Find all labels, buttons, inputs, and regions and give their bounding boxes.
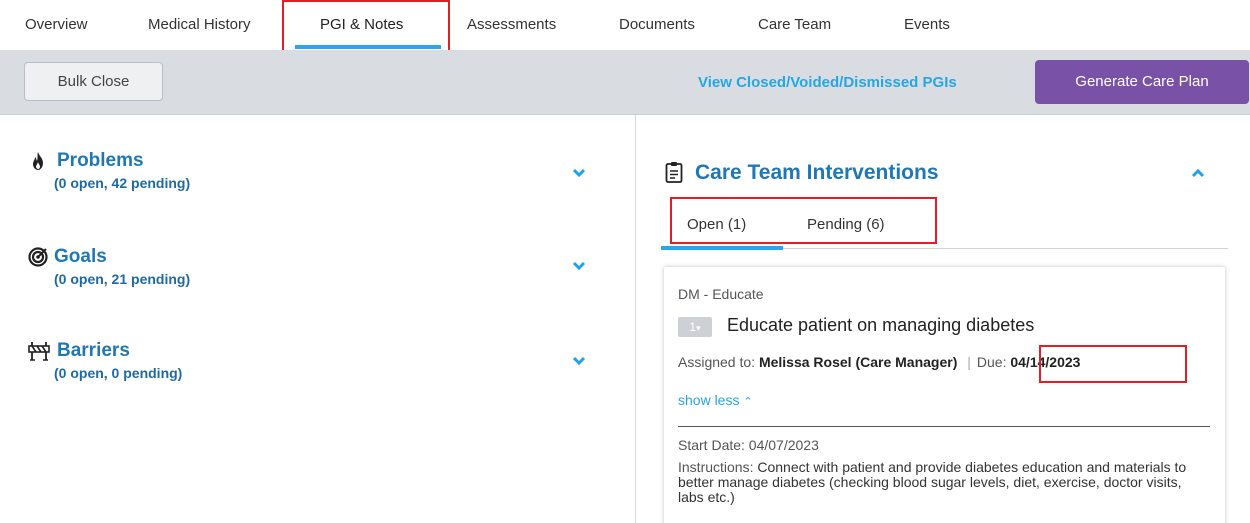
care-team-interventions-pane: Care Team Interventions Open (1) Pending…	[637, 115, 1250, 523]
start-date: Start Date: 04/07/2023	[678, 437, 819, 453]
tab-assessments[interactable]: Assessments	[467, 16, 556, 33]
section-summary-problems: (0 open, 42 pending)	[54, 175, 191, 191]
separator: |	[967, 354, 971, 370]
tab-medical-history[interactable]: Medical History	[148, 16, 251, 33]
due-label: Due:	[976, 354, 1007, 370]
section-summary-goals: (0 open, 21 pending)	[54, 271, 191, 287]
due-value: 04/14/2023	[1010, 354, 1081, 370]
target-icon	[28, 247, 48, 267]
tab-pgi-notes[interactable]: PGI & Notes	[320, 16, 403, 33]
active-subtab-indicator	[661, 246, 783, 250]
subtab-open[interactable]: Open (1)	[687, 216, 746, 233]
view-closed-pgis-link[interactable]: View Closed/Voided/Dismissed PGIs	[698, 74, 957, 91]
tab-documents[interactable]: Documents	[619, 16, 695, 33]
intervention-title: Educate patient on managing diabetes	[727, 315, 1035, 335]
chevron-down-icon[interactable]	[572, 356, 586, 366]
pgi-sections-pane: Problems (0 open, 42 pending) Goals (0 o…	[0, 115, 636, 523]
assigned-label: Assigned to:	[678, 354, 756, 370]
subtab-pending[interactable]: Pending (6)	[807, 216, 885, 233]
tab-overview[interactable]: Overview	[25, 16, 88, 33]
section-summary-barriers: (0 open, 0 pending)	[54, 365, 183, 381]
toolbar: Bulk Close View Closed/Voided/Dismissed …	[0, 50, 1250, 115]
chevron-down-icon[interactable]	[572, 261, 586, 271]
tab-events[interactable]: Events	[904, 16, 950, 33]
tab-care-team[interactable]: Care Team	[758, 16, 831, 33]
show-less-link[interactable]: show less ⌃	[678, 392, 753, 408]
instructions-label: Instructions:	[678, 459, 754, 475]
bulk-close-button[interactable]: Bulk Close	[24, 62, 163, 101]
intervention-assignment: Assigned to: Melissa Rosel (Care Manager…	[678, 354, 1080, 370]
intervention-category: DM - Educate	[678, 286, 764, 302]
active-tab-indicator	[295, 45, 441, 49]
clipboard-icon	[665, 162, 683, 183]
intervention-card: DM - Educate 1▾ Educate patient on manag…	[664, 267, 1225, 523]
card-divider	[678, 426, 1210, 427]
chevron-up-icon[interactable]	[1191, 168, 1205, 178]
section-title-barriers: Barriers	[57, 340, 130, 361]
instructions: Instructions: Connect with patient and p…	[678, 460, 1210, 505]
interventions-title: Care Team Interventions	[695, 161, 939, 184]
main-tabs: Overview Medical History PGI & Notes Ass…	[0, 0, 1250, 50]
chevron-down-icon[interactable]	[572, 168, 586, 178]
assigned-value: Melissa Rosel (Care Manager)	[758, 354, 958, 370]
instructions-value: Connect with patient and provide diabete…	[678, 459, 1187, 505]
section-title-goals: Goals	[54, 246, 107, 267]
generate-care-plan-button[interactable]: Generate Care Plan	[1035, 60, 1249, 104]
intervention-count-badge[interactable]: 1▾	[678, 317, 712, 337]
barrier-icon	[28, 342, 50, 361]
section-title-problems: Problems	[57, 150, 144, 171]
fire-icon	[33, 152, 43, 170]
